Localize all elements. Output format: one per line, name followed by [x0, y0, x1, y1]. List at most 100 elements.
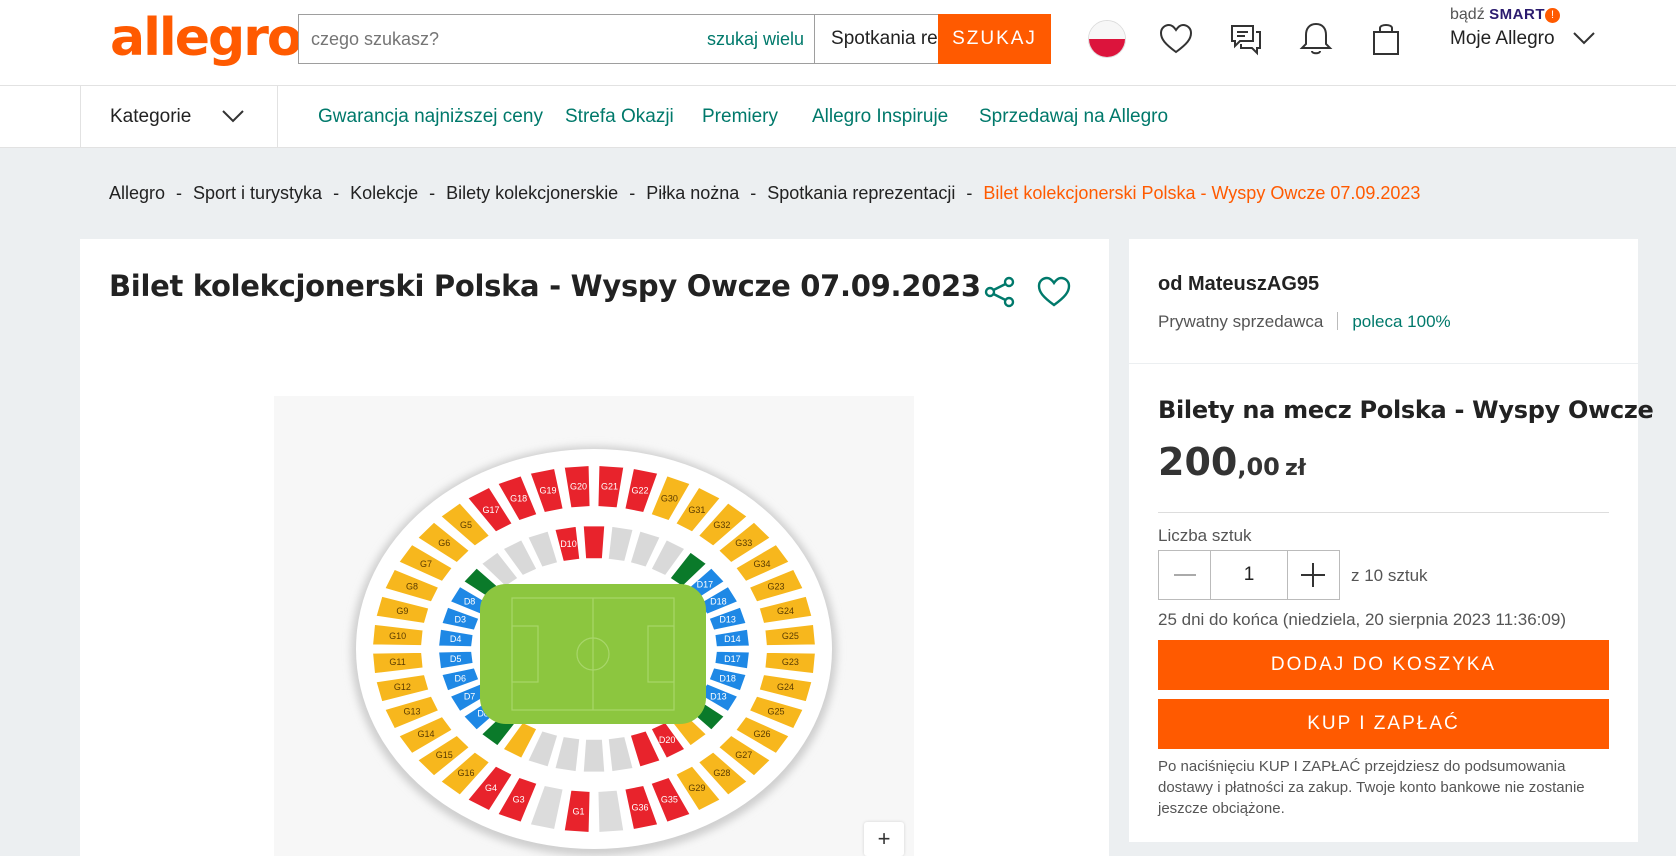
categories-dropdown[interactable]: Kategorie	[80, 86, 278, 148]
offer-end-time: 25 dni do końca (niedziela, 20 sierpnia …	[1158, 610, 1566, 629]
breadcrumb-separator: -	[176, 183, 183, 203]
breadcrumb-item[interactable]: Bilety kolekcjonerskie	[446, 183, 618, 203]
sector-label: G29	[688, 783, 705, 793]
my-allegro-link[interactable]: Moje Allegro	[1450, 28, 1555, 50]
sector-label: G22	[631, 486, 648, 496]
search-button[interactable]: SZUKAJ	[938, 14, 1051, 64]
share-icon[interactable]	[982, 274, 1018, 310]
heart-icon[interactable]	[1036, 274, 1072, 310]
seller-recommend-link[interactable]: poleca 100%	[1352, 312, 1450, 331]
sector-label: D8	[464, 596, 476, 606]
product-title: Bilet kolekcjonerski Polska - Wyspy Owcz…	[109, 269, 981, 303]
smart-promo[interactable]: bądź SMART!	[1450, 6, 1560, 24]
product-card: Bilet kolekcjonerski Polska - Wyspy Owcz…	[80, 239, 1109, 856]
poland-flag-icon[interactable]	[1088, 20, 1126, 58]
price-decimal: ,00	[1237, 453, 1280, 481]
increase-quantity-button[interactable]	[1288, 551, 1339, 599]
nav-link-premieres[interactable]: Premiery	[702, 86, 778, 148]
search-input[interactable]	[299, 15, 707, 63]
sector-label: G1	[573, 806, 585, 816]
breadcrumb-item[interactable]: Sport i turystyka	[193, 183, 322, 203]
breadcrumb-item[interactable]: Kolekcje	[350, 183, 418, 203]
sector-label: D5	[450, 654, 462, 664]
sector-label: D13	[719, 615, 736, 625]
sector-label: G35	[661, 795, 678, 805]
sector-label: D13	[710, 692, 727, 702]
breadcrumb-separator: -	[429, 183, 436, 203]
sector-label: D17	[724, 654, 741, 664]
sector-label: G6	[438, 538, 450, 548]
sector-label: G4	[485, 783, 497, 793]
sector-label: G31	[688, 505, 705, 515]
bell-icon[interactable]	[1297, 20, 1335, 58]
breadcrumb: Allegro - Sport i turystyka - Kolekcje - Bilet…	[109, 183, 1420, 204]
chevron-down-icon	[222, 110, 244, 123]
sector-label: G16	[458, 768, 475, 778]
add-to-cart-button[interactable]: DODAJ DO KOSZYKA	[1158, 640, 1609, 690]
nav-link-sell[interactable]: Sprzedawaj na Allegro	[979, 86, 1168, 148]
quantity-label: Liczba sztuk	[1158, 526, 1252, 545]
price: 200,00 zł	[1158, 440, 1306, 484]
breadcrumb-item[interactable]: Allegro	[109, 183, 165, 203]
main-nav: Kategorie Gwarancja najniższej ceny Stre…	[0, 86, 1676, 148]
breadcrumb-item[interactable]: Spotkania reprezentacji	[767, 183, 955, 203]
sector-label: G8	[406, 582, 418, 592]
sector-label: G27	[735, 750, 752, 760]
sector-label: G19	[540, 486, 557, 496]
seller-type: Prywatny sprzedawca	[1158, 312, 1324, 331]
sector-label: D17	[697, 580, 714, 590]
sector-label: G12	[394, 682, 411, 692]
sector-label: G7	[420, 559, 432, 569]
sector-label: G26	[753, 729, 770, 739]
search-many-link[interactable]: szukaj wielu	[707, 15, 814, 63]
bag-icon[interactable]	[1367, 20, 1405, 58]
allegro-logo[interactable]: allegro	[110, 8, 303, 68]
chat-icon[interactable]	[1227, 20, 1265, 58]
sector-label: G13	[403, 706, 420, 716]
chevron-down-icon[interactable]	[1572, 30, 1596, 46]
sector-label: G9	[396, 606, 408, 616]
buy-card: Bilety na mecz Polska - Wyspy Owcze 200,…	[1129, 364, 1654, 842]
nav-link-inspiration[interactable]: Allegro Inspiruje	[812, 86, 948, 148]
categories-label: Kategorie	[110, 106, 192, 127]
smart-badge: !	[1544, 8, 1560, 23]
buy-now-button[interactable]: KUP I ZAPŁAĆ	[1158, 699, 1609, 749]
sector-label: G23	[782, 657, 799, 667]
quantity-input[interactable]: 1	[1210, 551, 1288, 599]
seller-name[interactable]: od MateuszAG95	[1158, 273, 1319, 296]
sector-label: G3	[513, 795, 525, 805]
seller-card: od MateuszAG95 Prywatny sprzedawca poleca…	[1129, 239, 1638, 363]
sector-label: G21	[601, 482, 618, 492]
top-header: allegro szukaj wielu Spotkania repreze..…	[0, 0, 1676, 86]
price-integer: 200	[1158, 440, 1238, 484]
sector-label: G11	[389, 657, 405, 667]
sector-label: D14	[724, 634, 741, 644]
sector-label: G32	[713, 520, 730, 530]
product-image[interactable]: G23 G24 G25 G26 G27 G28 G29 G35 G36 G1 G3 G4 G16 G15 G…	[274, 396, 914, 856]
heart-icon[interactable]	[1157, 20, 1195, 58]
sector-label: G18	[510, 493, 527, 503]
sector-label: D18	[710, 596, 727, 606]
decrease-quantity-button[interactable]	[1159, 551, 1210, 599]
stadium-sector	[581, 737, 607, 774]
breadcrumb-separator: -	[966, 183, 973, 203]
sector-label: G14	[418, 729, 435, 739]
nav-link-lowest-price[interactable]: Gwarancja najniższej ceny	[318, 86, 543, 148]
zoom-in-button[interactable]: +	[864, 822, 904, 856]
breadcrumb-item[interactable]: Piłka nożna	[646, 183, 739, 203]
sector-label: G23	[767, 582, 784, 592]
sector-label: G5	[460, 520, 472, 530]
nav-link-deals[interactable]: Strefa Okazji	[565, 86, 674, 148]
sector-label: G24	[777, 606, 794, 616]
sector-label: G30	[661, 493, 678, 503]
sector-label: G24	[777, 682, 794, 692]
minus-icon	[1173, 574, 1196, 576]
sector-label: G33	[735, 538, 752, 548]
smart-prefix: bądź	[1450, 6, 1485, 23]
breadcrumb-current: Bilet kolekcjonerski Polska - Wyspy Owcz…	[983, 183, 1421, 203]
seller-info: Prywatny sprzedawca poleca 100%	[1158, 312, 1451, 332]
sector-label: G25	[782, 631, 799, 641]
quantity-available: z 10 sztuk	[1351, 566, 1428, 585]
sector-label: D10	[560, 539, 577, 549]
sector-label: D3	[455, 615, 467, 625]
